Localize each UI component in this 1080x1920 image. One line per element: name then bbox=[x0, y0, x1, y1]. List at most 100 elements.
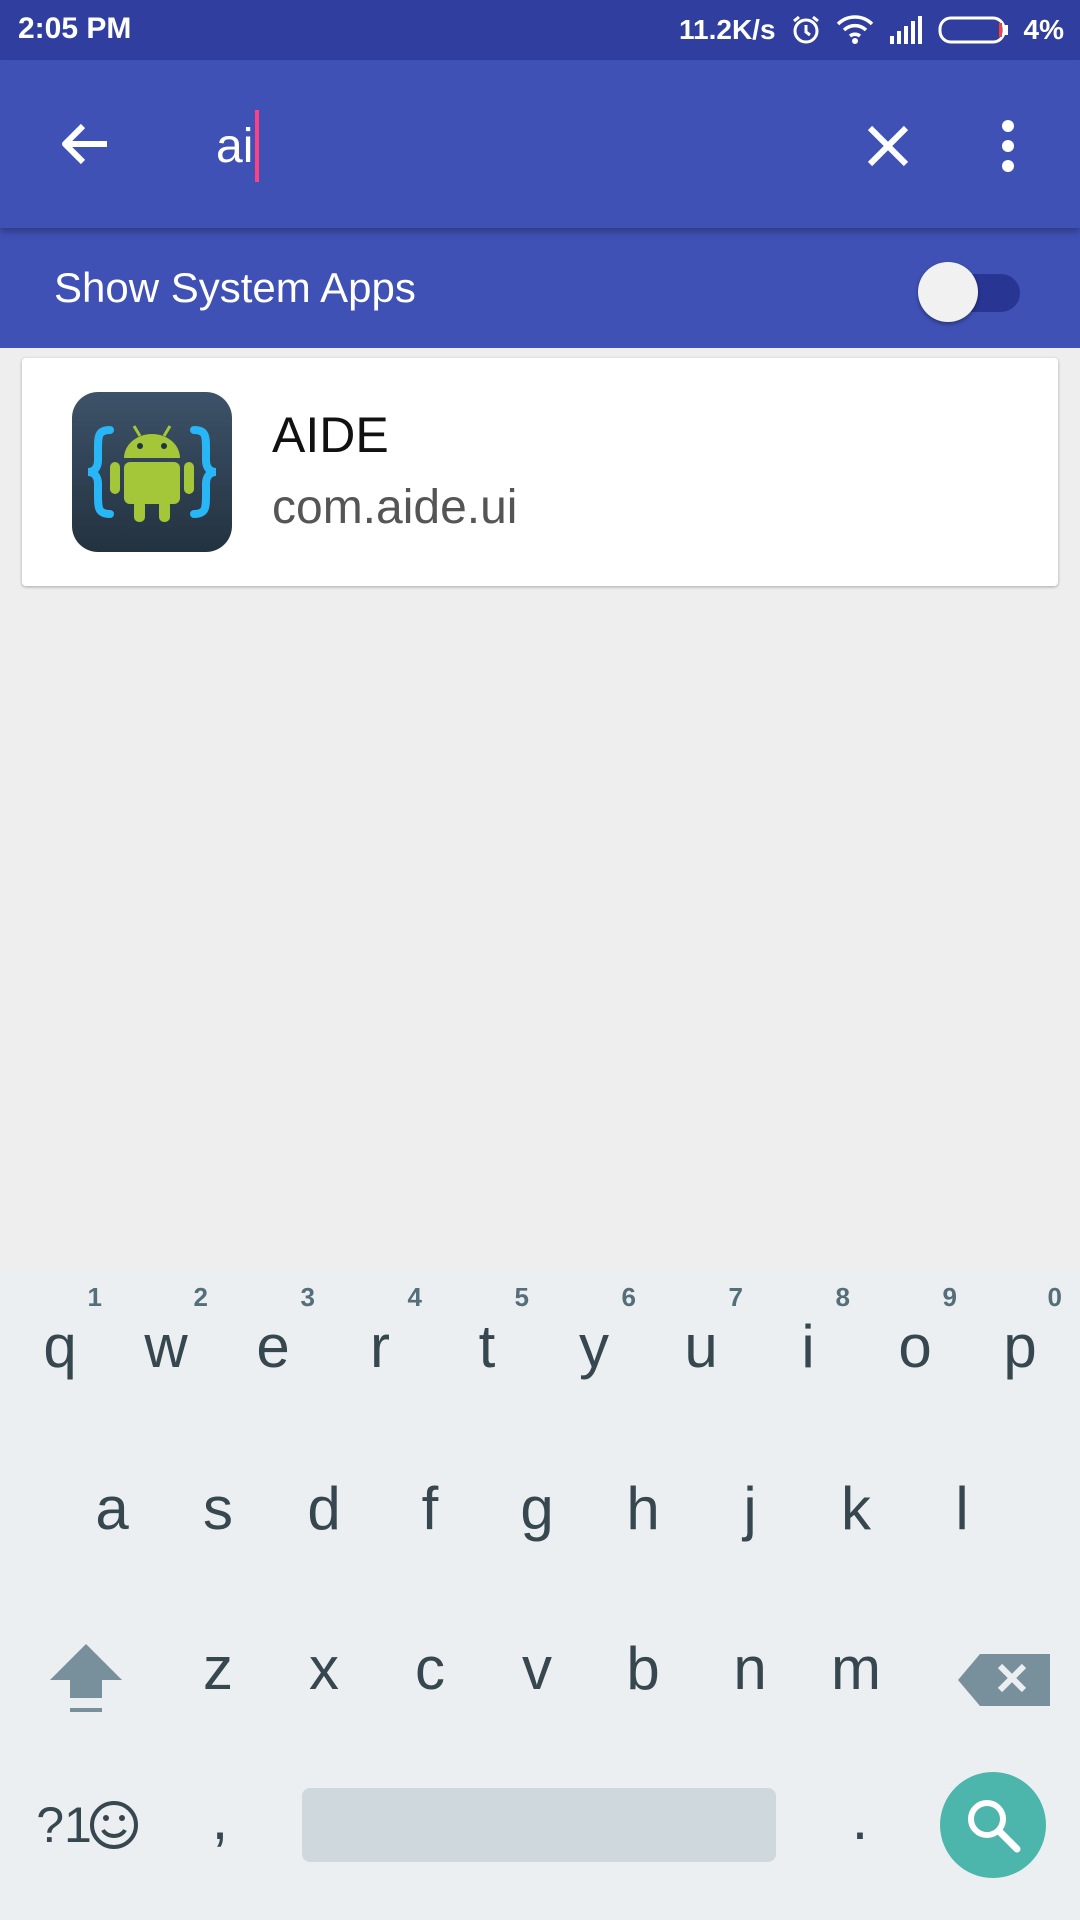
status-bar: 2:05 PM 11.2K/s 4% bbox=[0, 0, 1080, 60]
key-label: w bbox=[144, 1313, 188, 1380]
back-button[interactable] bbox=[40, 104, 130, 184]
battery-icon bbox=[938, 15, 1010, 45]
key-hint: 6 bbox=[621, 1282, 636, 1312]
shift-icon bbox=[50, 1644, 122, 1712]
app-package: com.aide.ui bbox=[272, 481, 518, 534]
key-label: l bbox=[955, 1475, 969, 1542]
key-v[interactable]: v bbox=[487, 1600, 587, 1740]
key-g[interactable]: g bbox=[487, 1440, 587, 1580]
key-p[interactable]: 0p bbox=[970, 1268, 1070, 1408]
key-hint: 4 bbox=[407, 1282, 422, 1312]
clear-search-button[interactable] bbox=[848, 106, 928, 186]
emoji-key[interactable] bbox=[84, 1770, 144, 1880]
text-caret bbox=[255, 110, 260, 182]
key-hint: 2 bbox=[193, 1282, 208, 1312]
search-action-button[interactable] bbox=[940, 1772, 1046, 1878]
key-label: q bbox=[43, 1313, 77, 1380]
key-label: j bbox=[743, 1475, 757, 1542]
key-label: r bbox=[370, 1313, 390, 1380]
key-hint: 5 bbox=[514, 1282, 529, 1312]
key-label: h bbox=[626, 1475, 660, 1542]
system-apps-toggle[interactable] bbox=[918, 262, 1024, 322]
search-app-bar: ai bbox=[0, 60, 1080, 228]
backspace-key[interactable] bbox=[944, 1620, 1064, 1740]
key-hint: 0 bbox=[1047, 1282, 1062, 1312]
key-x[interactable]: x bbox=[274, 1600, 374, 1740]
network-speed: 11.2K/s bbox=[679, 14, 776, 45]
key-m[interactable]: m bbox=[806, 1600, 906, 1740]
key-hint: 9 bbox=[942, 1282, 957, 1312]
key-hint: 3 bbox=[300, 1282, 315, 1312]
key-label: x bbox=[309, 1635, 339, 1702]
key-h[interactable]: h bbox=[593, 1440, 693, 1580]
overflow-menu-button[interactable] bbox=[968, 106, 1048, 186]
key-n[interactable]: n bbox=[700, 1600, 800, 1740]
key-label: f bbox=[421, 1475, 439, 1542]
key-label: i bbox=[801, 1313, 815, 1380]
close-icon bbox=[867, 125, 909, 167]
key-l[interactable]: l bbox=[912, 1440, 1012, 1580]
key-label: g bbox=[520, 1475, 554, 1542]
key-a[interactable]: a bbox=[62, 1440, 162, 1580]
toggle-thumb bbox=[918, 262, 978, 322]
app-name: AIDE bbox=[272, 407, 389, 463]
key-label: a bbox=[95, 1475, 129, 1542]
battery-level: 4% bbox=[1023, 14, 1064, 45]
system-apps-label: Show System Apps bbox=[54, 264, 416, 311]
app-list-item[interactable]: AIDE com.aide.ui bbox=[22, 358, 1058, 586]
more-vert-icon bbox=[1002, 120, 1014, 172]
status-icons: 11.2K/s 4% bbox=[679, 10, 1064, 50]
key-hint: 7 bbox=[728, 1282, 743, 1312]
key-label: n bbox=[733, 1635, 767, 1702]
key-label: b bbox=[626, 1635, 660, 1702]
key-label: s bbox=[203, 1475, 233, 1542]
key-k[interactable]: k bbox=[806, 1440, 906, 1580]
period-label: . bbox=[851, 1785, 869, 1852]
key-j[interactable]: j bbox=[700, 1440, 800, 1580]
key-o[interactable]: 9o bbox=[865, 1268, 965, 1408]
alarm-icon bbox=[790, 14, 822, 46]
key-u[interactable]: 7u bbox=[651, 1268, 751, 1408]
wifi-icon bbox=[836, 15, 874, 45]
signal-icon bbox=[888, 16, 924, 44]
search-input[interactable]: ai bbox=[216, 110, 260, 182]
key-t[interactable]: 5t bbox=[437, 1268, 537, 1408]
key-f[interactable]: f bbox=[380, 1440, 480, 1580]
key-d[interactable]: d bbox=[274, 1440, 374, 1580]
key-label: m bbox=[831, 1635, 881, 1702]
key-c[interactable]: c bbox=[380, 1600, 480, 1740]
aide-android-icon bbox=[72, 392, 232, 552]
key-label: e bbox=[256, 1313, 290, 1380]
key-label: o bbox=[898, 1313, 932, 1380]
key-label: t bbox=[478, 1313, 496, 1380]
key-hint: 1 bbox=[87, 1282, 102, 1312]
key-label: c bbox=[415, 1635, 445, 1702]
key-label: z bbox=[203, 1635, 233, 1702]
key-label: u bbox=[684, 1313, 718, 1380]
search-query: ai bbox=[216, 119, 254, 173]
key-y[interactable]: 6y bbox=[544, 1268, 644, 1408]
arrow-left-icon bbox=[62, 123, 107, 165]
key-b[interactable]: b bbox=[593, 1600, 693, 1740]
comma-key[interactable]: , bbox=[170, 1770, 270, 1880]
comma-label: , bbox=[211, 1785, 229, 1852]
key-s[interactable]: s bbox=[168, 1440, 268, 1580]
key-r[interactable]: 4r bbox=[330, 1268, 430, 1408]
search-icon bbox=[968, 1800, 1021, 1853]
key-label: d bbox=[307, 1475, 341, 1542]
backspace-icon bbox=[958, 1654, 1050, 1706]
shift-key[interactable] bbox=[36, 1620, 136, 1740]
key-hint: 8 bbox=[835, 1282, 850, 1312]
key-i[interactable]: 8i bbox=[758, 1268, 858, 1408]
key-e[interactable]: 3e bbox=[223, 1268, 323, 1408]
emoji-icon bbox=[90, 1801, 138, 1849]
key-q[interactable]: 1q bbox=[10, 1268, 110, 1408]
spacebar[interactable] bbox=[302, 1788, 776, 1862]
key-label: y bbox=[579, 1313, 609, 1380]
key-label: p bbox=[1003, 1313, 1037, 1380]
key-z[interactable]: z bbox=[168, 1600, 268, 1740]
key-label: v bbox=[522, 1635, 552, 1702]
status-time: 2:05 PM bbox=[18, 12, 132, 45]
period-key[interactable]: . bbox=[810, 1770, 910, 1880]
key-w[interactable]: 2w bbox=[116, 1268, 216, 1408]
